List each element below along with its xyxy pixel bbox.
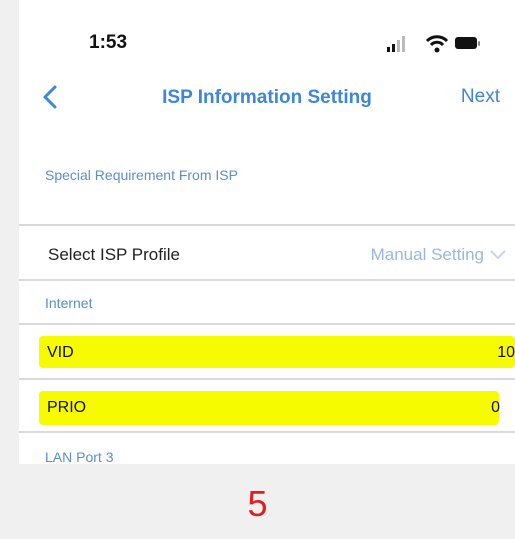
status-icons bbox=[387, 35, 480, 53]
section-internet: Internet bbox=[45, 295, 93, 311]
section-special-requirement: Special Requirement From ISP bbox=[45, 167, 238, 183]
signal-icon bbox=[387, 36, 405, 52]
battery-icon bbox=[455, 37, 480, 49]
isp-profile-label: Select ISP Profile bbox=[48, 245, 180, 264]
isp-profile-row[interactable]: Select ISP Profile Manual Setting bbox=[19, 227, 515, 279]
prio-row[interactable]: PRIO 0 bbox=[19, 381, 515, 431]
divider bbox=[19, 378, 515, 380]
prio-value: 0 bbox=[491, 399, 500, 416]
page-title: ISP Information Setting bbox=[162, 87, 372, 108]
navbar: ISP Information Setting Next bbox=[19, 70, 515, 125]
divider bbox=[19, 279, 515, 281]
phone-screen: 1:53 ISP Information Setting Next Specia… bbox=[19, 0, 515, 464]
highlight-marker bbox=[39, 336, 515, 368]
wifi-icon bbox=[425, 35, 449, 53]
vid-row[interactable]: VID 10 bbox=[19, 326, 515, 378]
status-bar: 1:53 bbox=[19, 0, 515, 70]
divider bbox=[19, 431, 515, 433]
vid-label: VID bbox=[47, 344, 74, 361]
highlight-marker bbox=[39, 391, 499, 425]
prio-label: PRIO bbox=[47, 399, 87, 416]
vid-value: 10 bbox=[497, 344, 515, 361]
status-time: 1:53 bbox=[89, 32, 128, 53]
section-lan-port: LAN Port 3 bbox=[45, 449, 114, 464]
next-button[interactable]: Next bbox=[461, 86, 500, 108]
divider bbox=[19, 224, 515, 226]
chevron-down-icon bbox=[490, 250, 506, 260]
isp-profile-value: Manual Setting bbox=[370, 245, 484, 264]
divider bbox=[19, 323, 515, 325]
page-number: 5 bbox=[247, 483, 268, 524]
